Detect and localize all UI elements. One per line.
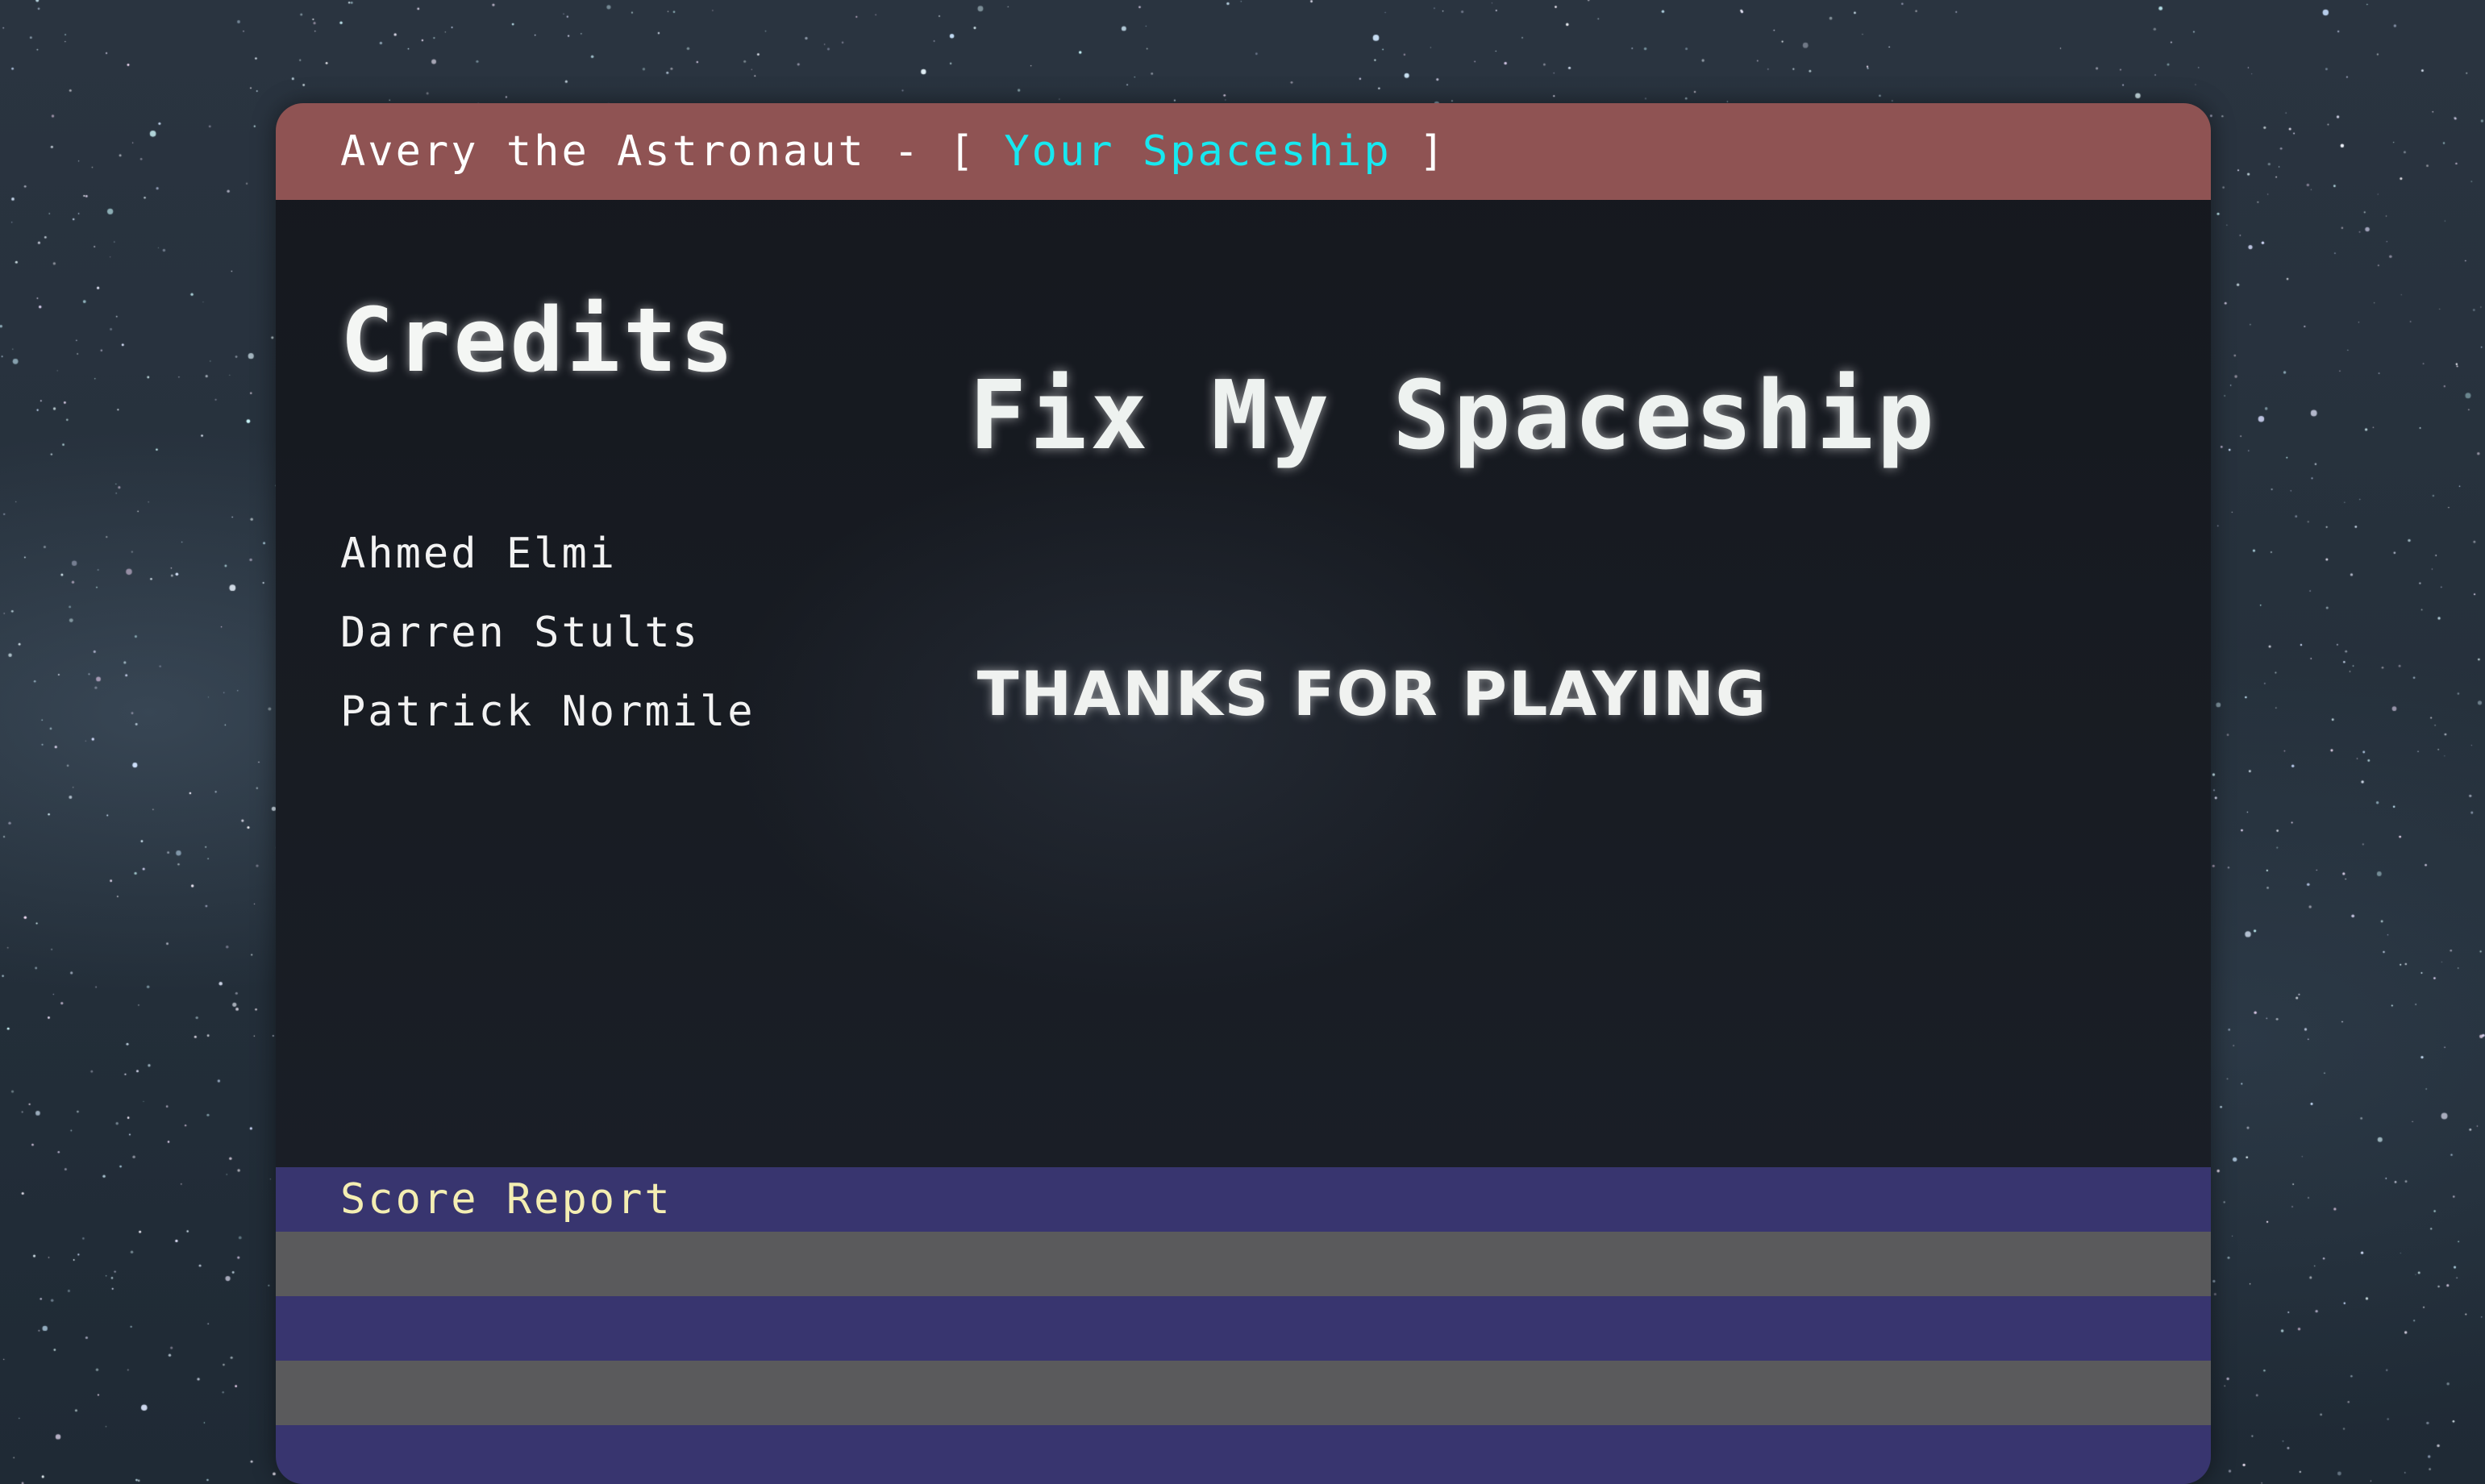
credits-name: Patrick Normile [340, 688, 755, 736]
credits-list: Ahmed Elmi Darren Stults Patrick Normile [340, 514, 755, 751]
score-report-label: Score Report [340, 1175, 672, 1224]
window-title-prefix: Avery the Astronaut - [ [340, 127, 1005, 176]
score-report: Score Report [276, 1167, 2211, 1484]
window-title: Avery the Astronaut - [ Your Spaceship ] [340, 127, 1446, 176]
score-report-header: Score Report [276, 1167, 2211, 1232]
score-report-row [276, 1425, 2211, 1484]
credits-name: Ahmed Elmi [340, 530, 618, 578]
thanks-message: THANKS FOR PLAYING [976, 658, 1768, 730]
title-bar: Avery the Astronaut - [ Your Spaceship ] [276, 103, 2211, 200]
score-report-row [276, 1361, 2211, 1425]
game-window: Avery the Astronaut - [ Your Spaceship ]… [276, 103, 2211, 1484]
score-report-row [276, 1296, 2211, 1361]
credits-name: Darren Stults [340, 609, 700, 657]
credits-heading: Credits [340, 289, 737, 392]
window-title-suffix: ] [1391, 127, 1447, 176]
game-title: Fix My Spaceship [969, 360, 1938, 471]
window-title-location: Your Spaceship [1004, 127, 1392, 176]
score-report-row [276, 1232, 2211, 1296]
